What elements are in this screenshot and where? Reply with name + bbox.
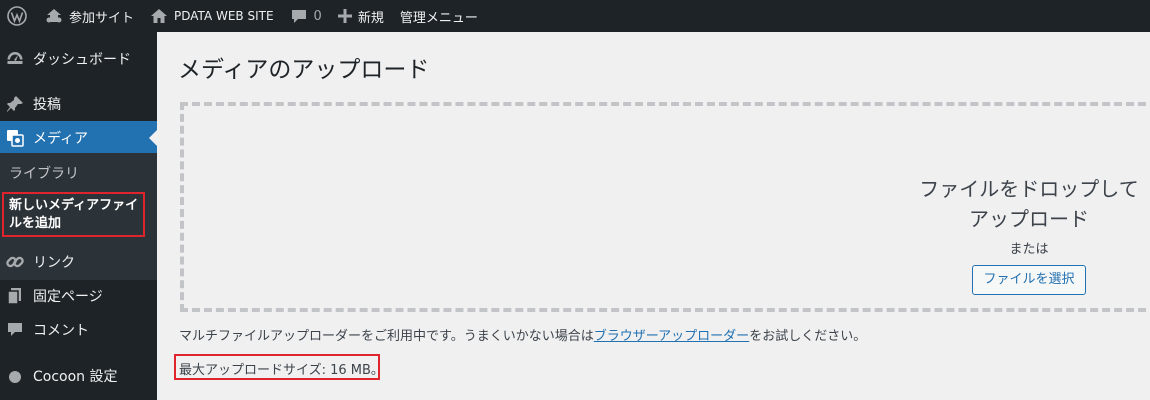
pin-icon <box>6 95 24 113</box>
home-icon <box>150 7 168 25</box>
select-files-button[interactable]: ファイルを選択 <box>972 265 1086 295</box>
drop-instructions: ファイルをドロップしてアップロード <box>919 177 1139 231</box>
dashboard-icon <box>6 50 24 68</box>
sidebar-item-pages[interactable]: 固定ページ <box>0 279 157 313</box>
media-icon <box>6 129 24 147</box>
notice-text-after: をお試しください。 <box>749 329 867 344</box>
or-text: または <box>1009 242 1049 257</box>
manage-menu-link[interactable]: 管理メニュー <box>392 0 486 32</box>
site-title-label: PDATA WEB SITE <box>174 9 274 23</box>
circle-icon <box>6 367 24 385</box>
sidebar-item-cocoon[interactable]: Cocoon 設定 <box>0 359 157 393</box>
submenu-item-library[interactable]: ライブラリ <box>9 163 79 183</box>
wordpress-logo-button[interactable] <box>0 0 37 32</box>
site-name-link[interactable]: 参加サイト <box>37 0 142 32</box>
sidebar-item-media[interactable]: メディア <box>0 121 157 155</box>
comment-bubble-icon <box>290 7 308 25</box>
wordpress-icon <box>7 6 27 26</box>
new-content-link[interactable]: 新規 <box>330 0 392 32</box>
sidebar-item-label: 固定ページ <box>33 289 103 305</box>
site-title-link[interactable]: PDATA WEB SITE <box>142 0 282 32</box>
sidebar-item-label: 投稿 <box>33 97 61 113</box>
comment-icon <box>6 321 24 339</box>
manage-menu-label: 管理メニュー <box>399 10 478 26</box>
browser-uploader-link[interactable]: ブラウザーアップローダー <box>594 329 749 344</box>
page-title: メディアのアップロード <box>178 57 430 83</box>
new-label: 新規 <box>357 10 384 26</box>
sidebar-item-comments[interactable]: コメント <box>0 313 157 347</box>
drop-zone[interactable]: ファイルをドロップしてアップロード または ファイルを選択 <box>180 102 1150 312</box>
network-icon <box>45 7 63 25</box>
highlight-box-add-new <box>2 192 145 237</box>
link-icon <box>6 253 24 271</box>
sidebar-item-label: リンク <box>33 255 75 271</box>
admin-bar: 参加サイト PDATA WEB SITE 0 新規 管理メニュー <box>0 0 1150 32</box>
admin-sidebar: ダッシュボード 投稿 メディア ライブラリ 新しいメディアファイルを追加 リンク… <box>0 32 157 400</box>
site-name-label: 参加サイト <box>69 10 135 26</box>
sidebar-item-dashboard[interactable]: ダッシュボード <box>0 42 157 76</box>
plus-icon <box>337 9 352 23</box>
sidebar-item-label: ダッシュボード <box>33 52 131 68</box>
comments-count: 0 <box>313 8 322 24</box>
sidebar-item-posts[interactable]: 投稿 <box>0 87 157 121</box>
page-icon <box>6 287 24 305</box>
main-content: メディアのアップロード ファイルをドロップしてアップロード または ファイルを選… <box>157 32 1150 400</box>
sidebar-item-label: Cocoon 設定 <box>33 369 118 385</box>
sidebar-item-links[interactable]: リンク <box>0 245 157 279</box>
sidebar-item-label: コメント <box>33 323 89 339</box>
comments-link[interactable]: 0 <box>282 0 330 32</box>
notice-text-before: マルチファイルアップローダーをご利用中です。うまくいかない場合は <box>179 329 594 344</box>
sidebar-item-label: メディア <box>33 131 89 147</box>
highlight-box-max-size <box>174 354 380 380</box>
drop-zone-inner: ファイルをドロップしてアップロード または ファイルを選択 <box>914 174 1144 295</box>
multi-uploader-notice: マルチファイルアップローダーをご利用中です。うまくいかない場合はブラウザーアップ… <box>179 325 866 344</box>
